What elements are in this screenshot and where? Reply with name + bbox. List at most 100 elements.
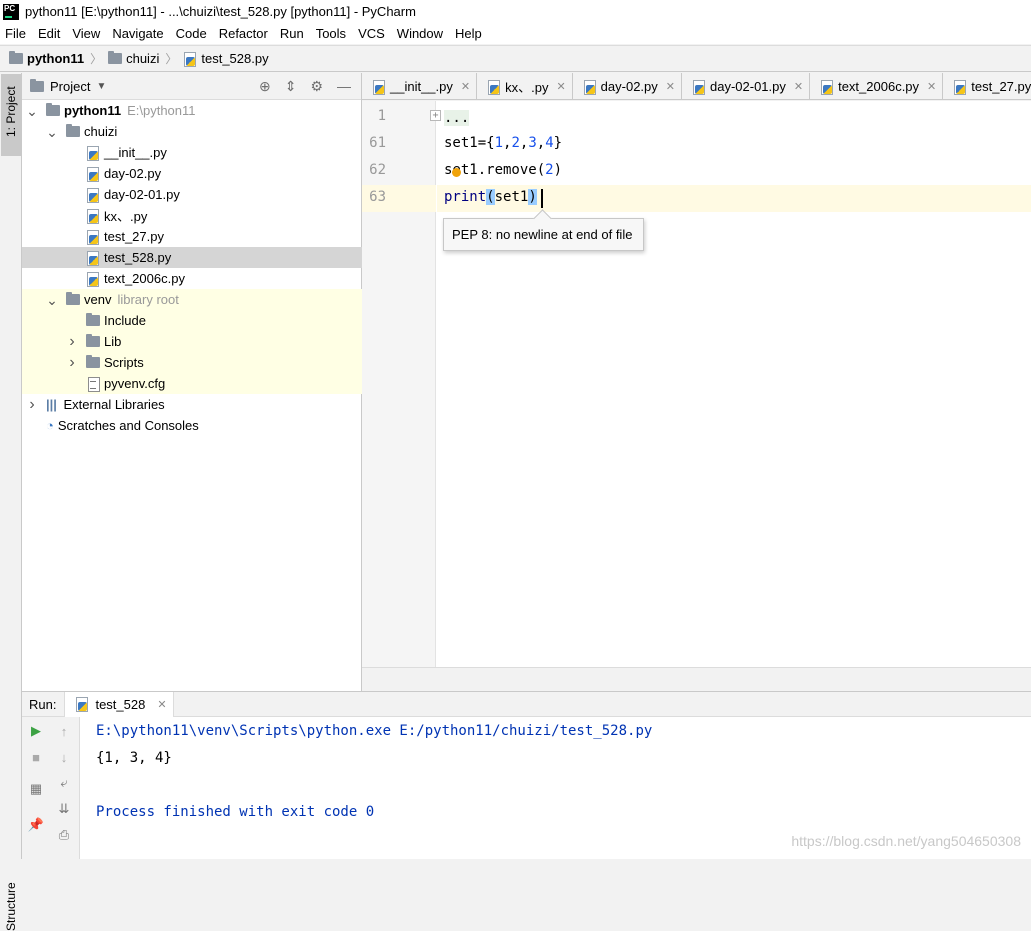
tree-item-extra: E:\python11 [127,103,196,118]
layout-icon[interactable]: ▦ [26,779,46,799]
breadcrumb-project[interactable]: python11 [9,51,84,66]
code-editor[interactable]: + 1 61 62 63 ... set1={1,2,3,4} set1.rem… [362,101,1031,667]
close-icon[interactable]: ✕ [927,80,936,93]
folder-icon [9,51,23,64]
menu-vcs[interactable]: VCS [352,26,391,41]
scratches-icon: ◔ [46,418,54,433]
tree-item-label: __init__.py [104,145,167,160]
rerun-icon[interactable]: ▶ [26,721,46,741]
close-icon[interactable]: ✕ [556,80,565,93]
chevron-down-icon: ▼ [96,80,107,92]
menu-view[interactable]: View [66,26,106,41]
structure-tool-tab[interactable]: Structure [1,873,21,931]
run-toolbar: ▶ ↑ ■ ↓ ⤶ ▦ ⇊ 📌 ⎙ [22,717,80,859]
tree-item[interactable]: › Scripts [22,352,362,373]
fold-expand-icon[interactable]: + [430,110,441,121]
tree-item[interactable]: › Lib [22,331,362,352]
run-tab-test-528[interactable]: test_528 ✕ [64,691,174,717]
lightbulb-icon[interactable] [452,168,461,177]
tree-item[interactable]: pyvenv.cfg [22,373,362,394]
tab-day-02[interactable]: day-02.py ✕ [573,73,682,99]
menu-tools[interactable]: Tools [310,26,352,41]
close-icon[interactable]: ✕ [157,698,166,711]
project-view-selector[interactable]: Project ▼ [30,78,107,94]
python-icon [75,697,89,712]
folder-icon [86,313,100,326]
locate-icon[interactable]: ⊕ [259,78,271,95]
folder-icon [46,103,60,116]
run-label: Run: [29,696,57,712]
python-file-icon [86,250,100,266]
python-file-icon [86,145,100,161]
tree-item[interactable]: day-02.py [22,163,362,184]
python-file-icon [86,187,100,203]
down-arrow-icon[interactable]: ↓ [54,747,74,767]
tree-item[interactable]: ◔ Scratches and Consoles [22,415,362,436]
tree-item-label: python11 [64,103,122,118]
editor-breadcrumb-bar [362,667,1031,691]
tree-item[interactable]: ⌄ chuizi [22,121,362,142]
left-tool-strip: 1: Project Structure [0,73,22,931]
tree-item[interactable]: kx、.py [22,205,362,226]
chevron-down-icon[interactable]: ⌄ [26,104,38,118]
folded-imports[interactable]: ... [444,110,470,126]
tree-item[interactable]: ⌄ python11 E:\python11 [22,100,362,121]
pin-icon[interactable]: 📌 [26,815,46,835]
chevron-right-icon[interactable]: › [66,333,78,351]
breadcrumb-folder[interactable]: chuizi [108,51,159,66]
chevron-right-icon[interactable]: › [66,354,78,372]
tree-item[interactable]: › ||| External Libraries [22,394,362,415]
print-icon[interactable]: ⎙ [54,825,74,845]
tree-item-label: day-02-01.py [104,187,180,202]
tab-day-02-01[interactable]: day-02-01.py ✕ [682,73,811,99]
tree-item[interactable]: day-02-01.py [22,184,362,205]
tree-item[interactable]: Include [22,310,362,331]
tree-item-label: venv [84,292,112,307]
menu-refactor[interactable]: Refactor [213,26,274,41]
menu-code[interactable]: Code [170,26,213,41]
soft-wrap-icon[interactable]: ⤶ [54,773,74,793]
menu-window[interactable]: Window [391,26,449,41]
text-caret [541,189,543,208]
chevron-down-icon[interactable]: ⌄ [46,125,58,139]
tab-init[interactable]: __init__.py ✕ [362,73,478,99]
tab-text-2006c[interactable]: text_2006c.py ✕ [810,73,944,99]
breadcrumb-file[interactable]: test_528.py [183,51,269,67]
line-number: 61 [369,135,386,151]
project-panel-header: Project ▼ ⊕ ⇕ ⚙ — [22,73,361,100]
gear-icon[interactable]: ⚙ [310,78,323,95]
menu-file[interactable]: File [0,26,32,41]
line-number: 62 [369,162,386,178]
menu-run[interactable]: Run [274,26,310,41]
close-icon[interactable]: ✕ [794,80,803,93]
run-console-output[interactable]: E:\python11\venv\Scripts\python.exe E:/p… [80,717,1031,859]
menu-edit[interactable]: Edit [32,26,66,41]
folder-icon [66,292,80,305]
tab-test-27[interactable]: test_27.py✕ [943,73,1031,99]
tab-kx[interactable]: kx、.py ✕ [477,73,573,99]
code-line-62: set1.remove(2) [444,162,563,178]
code-line-63: print(set1) [444,189,537,205]
menu-help[interactable]: Help [449,26,488,41]
code-line-61: set1={1,2,3,4} [444,135,563,151]
project-tool-tab[interactable]: 1: Project [1,74,21,156]
tree-item[interactable]: ⌄ venv library root [22,289,362,310]
collapse-all-icon[interactable]: ⇕ [285,78,297,95]
chevron-right-icon[interactable]: › [26,396,38,414]
close-icon[interactable]: ✕ [461,80,470,93]
pep8-tooltip: PEP 8: no newline at end of file [443,218,644,251]
tree-item[interactable]: test_27.py [22,226,362,247]
menu-bar: File Edit View Navigate Code Refactor Ru… [0,23,1031,44]
scroll-to-end-icon[interactable]: ⇊ [54,799,74,819]
tree-item[interactable]: text_2006c.py [22,268,362,289]
python-file-icon [86,229,100,245]
hide-icon[interactable]: — [337,78,351,95]
tree-item[interactable]: __init__.py [22,142,362,163]
chevron-down-icon[interactable]: ⌄ [46,293,58,307]
up-arrow-icon[interactable]: ↑ [54,721,74,741]
tree-item[interactable]: test_528.py [22,247,362,268]
menu-navigate[interactable]: Navigate [106,26,169,41]
close-icon[interactable]: ✕ [666,80,675,93]
project-panel: Project ▼ ⊕ ⇕ ⚙ — ⌄ python11 E:\python11 ⌄ c… [22,73,362,691]
stop-icon[interactable]: ■ [26,747,46,767]
